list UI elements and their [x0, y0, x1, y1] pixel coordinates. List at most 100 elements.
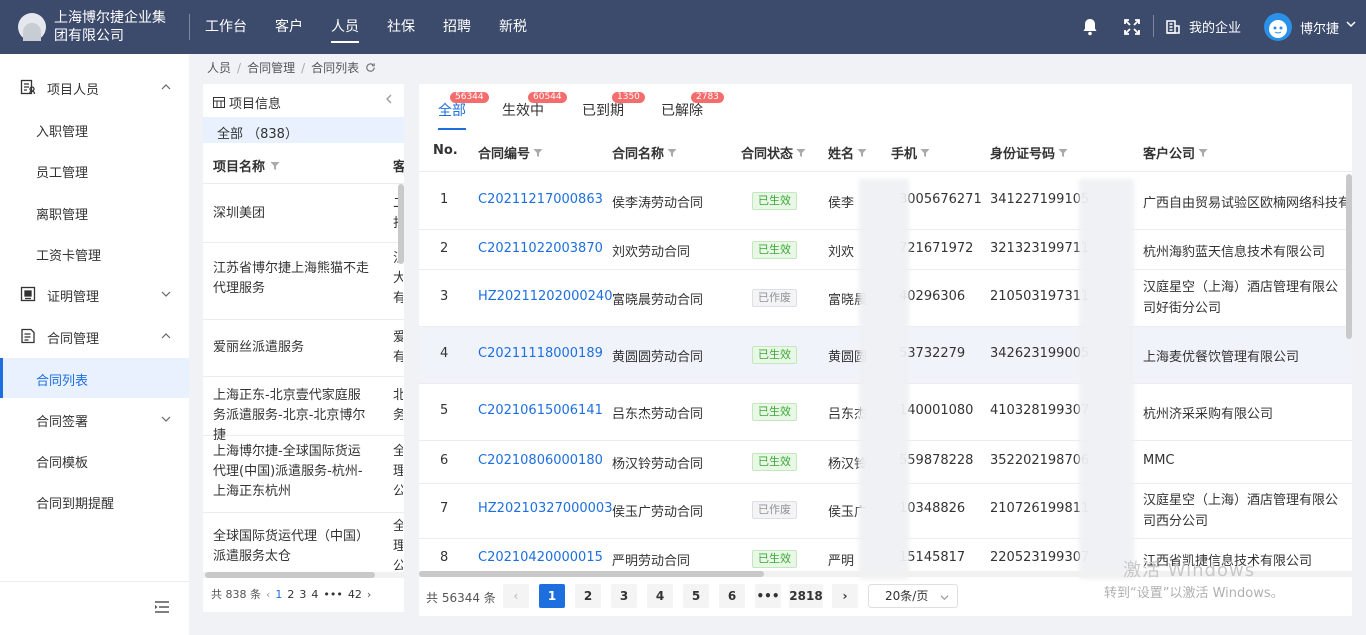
filter-icon[interactable]: [533, 148, 543, 158]
page-button[interactable]: 4: [311, 588, 318, 601]
prev-page-icon[interactable]: ‹: [266, 588, 270, 601]
sidebar-item-contract-signing[interactable]: 合同签署: [0, 399, 189, 439]
project-all-item[interactable]: 全部 （838）: [203, 117, 404, 143]
list-item[interactable]: 上海博尔捷-全球国际货运代理(中国)派遣服务-杭州-上海正东杭州 全 理 公: [203, 436, 404, 513]
list-item[interactable]: 江苏省博尔捷上海熊猫不走代理服务 江 大 有: [203, 243, 404, 320]
bell-icon[interactable]: [1080, 17, 1100, 37]
nav-customers[interactable]: 客户: [275, 0, 303, 54]
cell-contract-code[interactable]: C20210420000015: [478, 550, 603, 565]
cell-contract-code[interactable]: HZ20210327000003: [478, 501, 612, 516]
project-name: 爱丽丝派遣服务: [213, 340, 305, 355]
page-size-select[interactable]: 20条/页: [868, 584, 958, 608]
list-item[interactable]: 爱丽丝派遣服务 爱 有: [203, 320, 404, 377]
cell-contract-code[interactable]: HZ20211202000240: [478, 289, 612, 304]
filter-icon[interactable]: [1198, 148, 1208, 158]
sidebar-group-project-personnel[interactable]: 项目人员: [0, 67, 189, 107]
sidebar-group-contracts[interactable]: 合同管理: [0, 316, 189, 356]
horizontal-scrollbar[interactable]: [203, 572, 404, 578]
next-page-button[interactable]: ›: [832, 584, 858, 608]
nav-recruitment[interactable]: 招聘: [443, 0, 471, 54]
page-button[interactable]: 6: [719, 584, 745, 608]
vertical-scrollbar[interactable]: [1346, 174, 1352, 339]
privacy-blur: [1079, 179, 1134, 579]
nav-new-tax[interactable]: 新税: [499, 0, 527, 54]
breadcrumb-personnel[interactable]: 人员: [207, 59, 231, 76]
cell-contract-code[interactable]: C20210806000180: [478, 453, 603, 468]
cell-client-company: 上海麦优餐饮管理有限公司: [1143, 350, 1300, 365]
cell-contract-code[interactable]: C20211022003870: [478, 241, 603, 256]
refresh-icon[interactable]: [365, 62, 376, 73]
tab-terminated[interactable]: 已解除 2783: [661, 92, 724, 120]
contract-panel: 全部 56344 生效中 60544 已到期 1350 已解除 2783 No. 合同编…: [419, 84, 1352, 616]
page-button[interactable]: 2: [287, 588, 294, 601]
column-contract-code[interactable]: 合同编号: [478, 143, 543, 162]
collapse-panel-icon[interactable]: [383, 93, 395, 105]
vertical-scrollbar[interactable]: [398, 184, 404, 264]
page-button[interactable]: 5: [683, 584, 709, 608]
cell-contract-code[interactable]: C20210615006141: [478, 403, 603, 418]
sidebar-group-certificates[interactable]: 证明管理: [0, 274, 189, 314]
column-contract-name[interactable]: 合同名称: [612, 143, 677, 162]
filter-icon[interactable]: [1058, 148, 1068, 158]
breadcrumb-contract-management[interactable]: 合同管理: [247, 59, 295, 76]
page-button[interactable]: 1: [539, 584, 565, 608]
tab-active[interactable]: 生效中 60544: [502, 92, 567, 120]
column-client-company[interactable]: 客户公司: [1143, 143, 1208, 162]
contract-tabs: 全部 56344 生效中 60544 已到期 1350 已解除 2783: [419, 84, 1352, 132]
column-id-number[interactable]: 身份证号码: [990, 143, 1068, 162]
page-button[interactable]: 2: [575, 584, 601, 608]
tab-expired[interactable]: 已到期 1350: [582, 92, 645, 120]
cell-id-number: 352202198706: [990, 453, 1090, 468]
cell-no: 3: [440, 289, 449, 304]
project-name: 全球国际货运代理（中国）派遣服务太仓: [213, 529, 370, 564]
filter-icon[interactable]: [667, 148, 677, 158]
filter-icon[interactable]: [920, 148, 930, 158]
sidebar-item-contract-templates[interactable]: 合同模板: [0, 440, 189, 480]
column-person-name[interactable]: 姓名: [828, 143, 867, 162]
next-page-icon[interactable]: ›: [367, 588, 371, 601]
nav-personnel[interactable]: 人员: [331, 0, 359, 54]
sidebar-item-offboarding[interactable]: 离职管理: [0, 192, 189, 232]
column-project-name[interactable]: 项目名称: [213, 156, 280, 175]
page-button[interactable]: 3: [611, 584, 637, 608]
cell-phone: 140001080: [899, 403, 974, 418]
filter-icon[interactable]: [270, 161, 280, 171]
tab-all[interactable]: 全部 56344: [438, 92, 489, 130]
table-icon: [213, 97, 225, 108]
page-button[interactable]: 1: [275, 588, 282, 601]
column-phone[interactable]: 手机: [891, 143, 930, 162]
nav-workbench[interactable]: 工作台: [205, 0, 247, 54]
project-panel-title: 项目信息: [229, 97, 282, 112]
sidebar-item-employees[interactable]: 员工管理: [0, 150, 189, 190]
cell-no: 2: [440, 241, 449, 256]
list-item[interactable]: 上海正东-北京壹代家庭服务派遣服务-北京-北京博尔捷 北 务: [203, 377, 404, 443]
fullscreen-icon[interactable]: [1122, 17, 1142, 37]
page-button[interactable]: 4: [647, 584, 673, 608]
page-button[interactable]: 2818: [789, 584, 823, 608]
company-logo: [18, 13, 46, 41]
username[interactable]: 博尔捷: [1300, 18, 1339, 37]
list-item[interactable]: 深圳美团 二 打: [203, 185, 404, 243]
avatar[interactable]: [1264, 13, 1292, 41]
menu-collapse-icon[interactable]: [154, 600, 170, 614]
page-ellipsis[interactable]: •••: [755, 584, 781, 608]
column-contract-status[interactable]: 合同状态: [741, 143, 806, 162]
page-ellipsis[interactable]: •••: [323, 588, 342, 601]
filter-icon[interactable]: [796, 148, 806, 158]
page-button[interactable]: 3: [299, 588, 306, 601]
chevron-down-icon[interactable]: [1345, 18, 1357, 30]
cell-contract-code[interactable]: C20211217000863: [478, 192, 603, 207]
prev-page-button[interactable]: ‹: [503, 584, 529, 608]
sidebar-item-contract-expiry[interactable]: 合同到期提醒: [0, 481, 189, 521]
nav-social-security[interactable]: 社保: [387, 0, 415, 54]
page-button[interactable]: 42: [348, 588, 362, 601]
list-item[interactable]: 全球国际货运代理（中国）派遣服务太仓 全 理 公: [203, 513, 404, 574]
my-enterprise-button[interactable]: 我的企业: [1165, 17, 1241, 36]
filter-icon[interactable]: [857, 148, 867, 158]
cell-id-number: 342623199005: [990, 346, 1090, 361]
sidebar-item-contract-list[interactable]: 合同列表: [0, 358, 189, 398]
sidebar-item-onboarding[interactable]: 入职管理: [0, 109, 189, 149]
column-label: 客户公司: [1143, 147, 1196, 162]
cell-contract-code[interactable]: C20211118000189: [478, 346, 603, 361]
sidebar-item-salary-card[interactable]: 工资卡管理: [0, 233, 189, 273]
